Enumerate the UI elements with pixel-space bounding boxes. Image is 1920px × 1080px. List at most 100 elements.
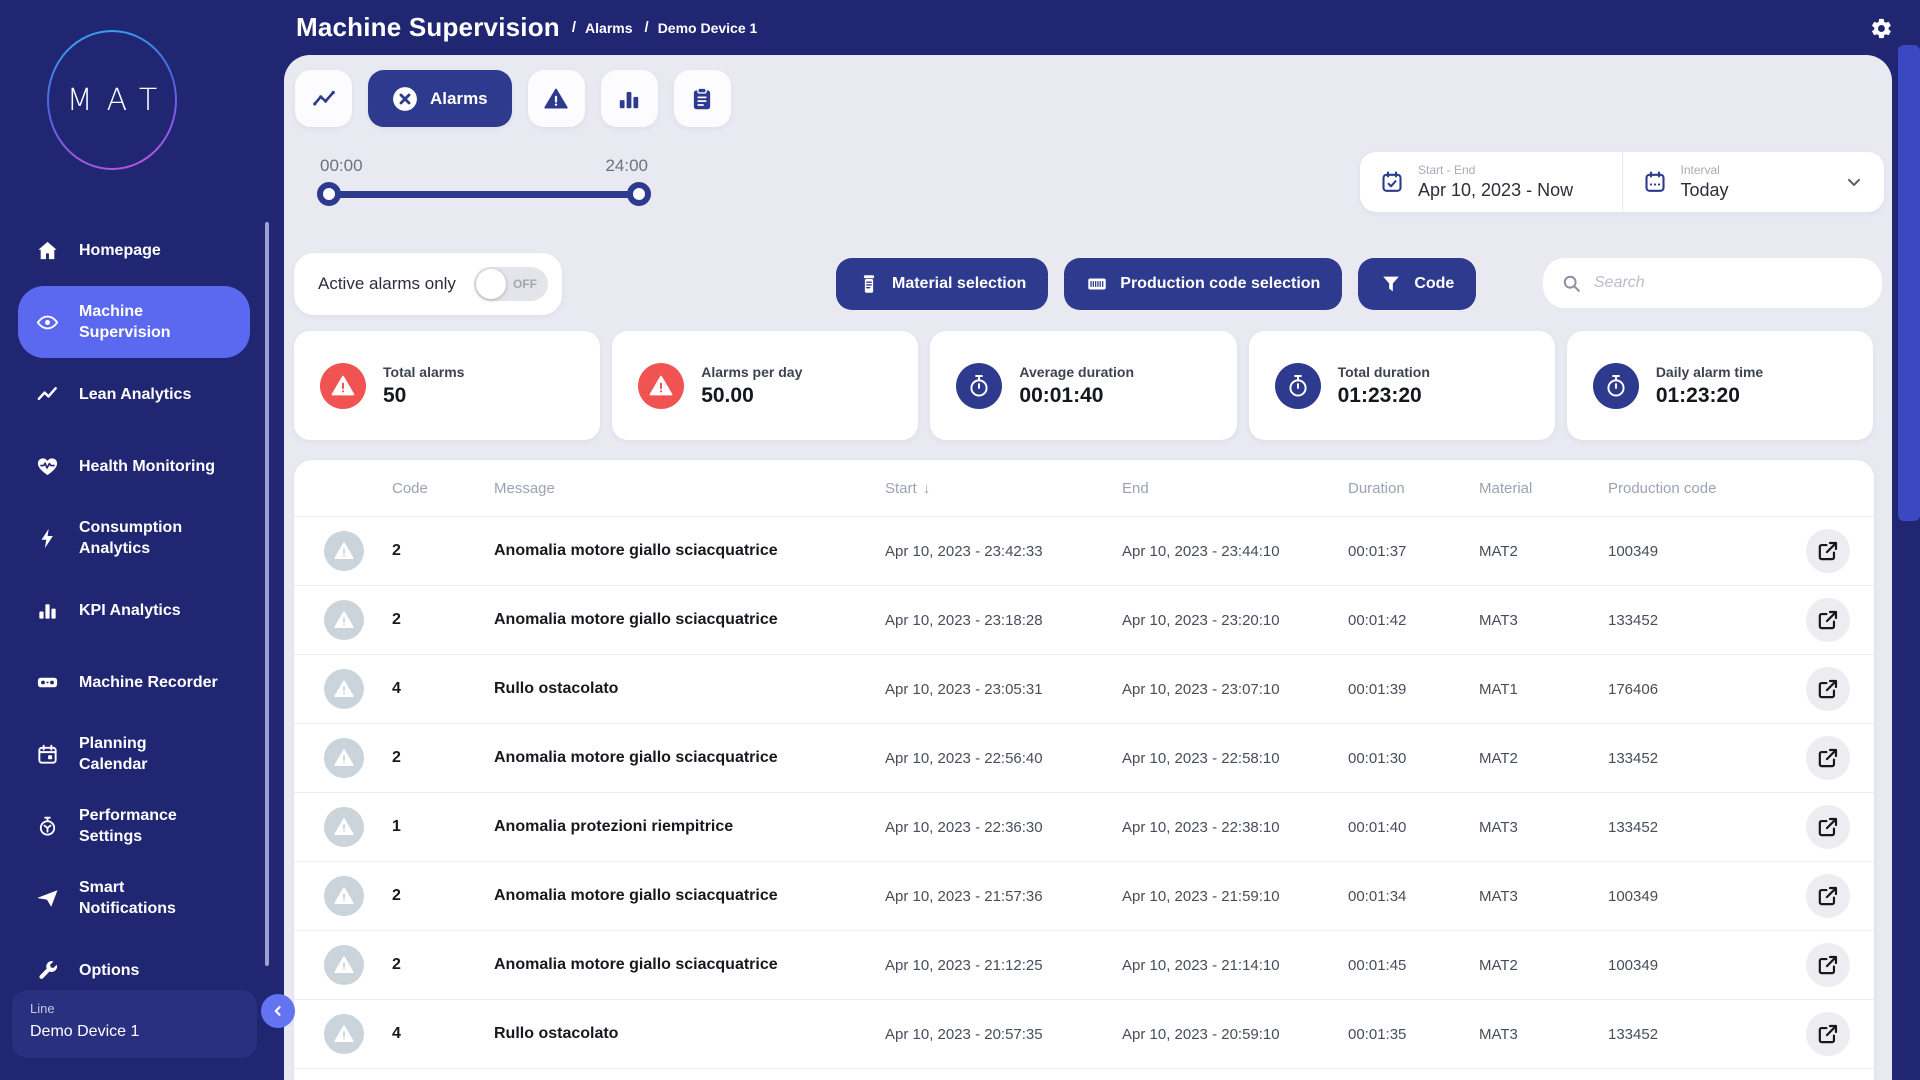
column-header[interactable]: Duration bbox=[1348, 480, 1479, 497]
alarm-row-badge bbox=[324, 945, 364, 985]
breadcrumb-separator: / bbox=[644, 19, 649, 36]
column-header[interactable]: Start ↓ bbox=[885, 480, 1122, 497]
open-alarm-detail-button[interactable] bbox=[1806, 529, 1850, 573]
nav-item-machine-recorder[interactable]: Machine Recorder bbox=[0, 646, 284, 718]
chevron-left-icon bbox=[269, 1002, 287, 1020]
wrench-icon bbox=[36, 959, 59, 982]
home-icon bbox=[36, 239, 59, 262]
sidebar-scrollbar[interactable] bbox=[265, 222, 269, 966]
cell-end: Apr 10, 2023 - 22:38:10 bbox=[1122, 818, 1280, 836]
tab-line-chart-icon[interactable] bbox=[295, 70, 352, 127]
line-chart-icon bbox=[311, 86, 337, 112]
table-row: 1 Anomalia protezioni riempitrice Apr 10… bbox=[294, 793, 1874, 862]
alarm-row-badge bbox=[324, 531, 364, 571]
start-end-value: Apr 10, 2023 - Now bbox=[1418, 180, 1574, 200]
search-box bbox=[1543, 258, 1882, 308]
tab-alarms[interactable]: Alarms bbox=[368, 70, 512, 127]
tab-clipboard-icon[interactable] bbox=[673, 70, 731, 127]
bar-chart-icon bbox=[36, 599, 59, 622]
fbtn-code[interactable]: Code bbox=[1358, 258, 1477, 310]
alarm-row-badge bbox=[324, 876, 364, 916]
tab-warning-triangle-icon[interactable] bbox=[527, 70, 585, 127]
bolt-icon bbox=[36, 527, 59, 550]
open-alarm-detail-button[interactable] bbox=[1806, 736, 1850, 780]
warning-icon bbox=[333, 954, 355, 976]
nav-item-smart-notifications[interactable]: Smart Notifications bbox=[0, 862, 284, 934]
cell-code: 2 bbox=[392, 542, 401, 559]
nav-item-health-monitoring[interactable]: Health Monitoring bbox=[0, 430, 284, 502]
cell-code: 2 bbox=[392, 749, 401, 766]
warning-icon bbox=[333, 678, 355, 700]
nav-item-performance-settings[interactable]: Performance Settings bbox=[0, 790, 284, 862]
breadcrumb-device[interactable]: Demo Device 1 bbox=[658, 20, 758, 36]
column-header[interactable]: Material bbox=[1479, 480, 1608, 497]
slider-handle-end[interactable] bbox=[627, 182, 651, 206]
active-alarms-toggle[interactable]: OFF bbox=[473, 267, 548, 301]
cell-end: Apr 10, 2023 - 23:44:10 bbox=[1122, 542, 1280, 560]
stopwatch-stat-icon bbox=[1285, 373, 1311, 399]
stat-card-average-duration: Average duration 00:01:40 bbox=[930, 331, 1237, 440]
start-end-label: Start - End bbox=[1418, 163, 1476, 177]
column-header[interactable]: Code bbox=[392, 480, 494, 497]
external-link-icon bbox=[1817, 678, 1839, 700]
nav-item-lean-analytics[interactable]: Lean Analytics bbox=[0, 358, 284, 430]
nav-item-consumption-analytics[interactable]: Consumption Analytics bbox=[0, 502, 284, 574]
external-link-icon bbox=[1817, 609, 1839, 631]
open-alarm-detail-button[interactable] bbox=[1806, 598, 1850, 642]
start-end-picker[interactable]: Start - End Apr 10, 2023 - Now bbox=[1360, 152, 1622, 212]
nav-item-planning-calendar[interactable]: Planning Calendar bbox=[0, 718, 284, 790]
cell-duration: 00:01:45 bbox=[1348, 956, 1407, 974]
slider-handle-start[interactable] bbox=[317, 182, 341, 206]
open-alarm-detail-button[interactable] bbox=[1806, 943, 1850, 987]
column-header[interactable]: Message bbox=[494, 480, 885, 497]
column-header[interactable]: End bbox=[1122, 480, 1348, 497]
cell-material: MAT3 bbox=[1479, 818, 1518, 836]
open-alarm-detail-button[interactable] bbox=[1806, 1012, 1850, 1056]
open-alarm-detail-button[interactable] bbox=[1806, 874, 1850, 918]
tab-bar-chart-icon[interactable] bbox=[600, 70, 658, 127]
open-alarm-detail-button[interactable] bbox=[1806, 667, 1850, 711]
slider-track[interactable] bbox=[317, 182, 651, 206]
cell-message: Anomalia motore giallo sciacquatrice bbox=[494, 956, 778, 973]
column-header[interactable]: Production code bbox=[1608, 480, 1778, 497]
fbtn-material-selection[interactable]: Material selection bbox=[836, 258, 1049, 310]
nav-item-kpi-analytics[interactable]: KPI Analytics bbox=[0, 574, 284, 646]
eye-icon bbox=[36, 311, 59, 334]
breadcrumb-alarms[interactable]: Alarms bbox=[585, 20, 632, 36]
cell-code: 2 bbox=[392, 887, 401, 904]
logo-text: MAT bbox=[66, 82, 172, 118]
nav-item-homepage[interactable]: Homepage bbox=[0, 214, 284, 286]
cell-start: Apr 10, 2023 - 22:36:30 bbox=[885, 818, 1043, 836]
settings-button[interactable] bbox=[1870, 16, 1894, 40]
external-link-icon bbox=[1817, 885, 1839, 907]
stopwatch-stat-icon bbox=[1603, 373, 1629, 399]
interval-picker[interactable]: Interval Today bbox=[1621, 152, 1885, 212]
stat-card-alarms-per-day: Alarms per day 50.00 bbox=[612, 331, 919, 440]
cell-duration: 00:01:34 bbox=[1348, 887, 1407, 905]
calendar-icon bbox=[36, 743, 59, 766]
fbtn-production-code-selection[interactable]: Production code selection bbox=[1064, 258, 1343, 310]
cell-end: Apr 10, 2023 - 23:20:10 bbox=[1122, 611, 1280, 629]
stat-card-total-duration: Total duration 01:23:20 bbox=[1248, 331, 1555, 440]
mat-logo: MAT bbox=[47, 30, 177, 170]
external-link-icon bbox=[1817, 747, 1839, 769]
cell-production-code: 100349 bbox=[1608, 956, 1659, 974]
recorder-icon bbox=[36, 671, 59, 694]
cell-message: Rullo ostacolato bbox=[494, 1025, 619, 1042]
interval-label: Interval bbox=[1680, 163, 1720, 177]
external-link-icon bbox=[1817, 954, 1839, 976]
page-title: Machine Supervision bbox=[296, 12, 560, 42]
cell-start: Apr 10, 2023 - 20:57:35 bbox=[885, 1025, 1043, 1043]
cell-end: Apr 10, 2023 - 21:14:10 bbox=[1122, 956, 1280, 974]
table-row: 4 Rullo ostacolato Apr 10, 2023 - 20:57:… bbox=[294, 1000, 1874, 1069]
page-scrollbar-thumb[interactable] bbox=[1898, 45, 1920, 521]
cell-start: Apr 10, 2023 - 23:05:31 bbox=[885, 680, 1043, 698]
cell-message: Anomalia motore giallo sciacquatrice bbox=[494, 542, 778, 559]
line-device-selector[interactable]: Line Demo Device 1 bbox=[12, 990, 257, 1058]
nav-item-machine-supervision[interactable]: Machine Supervision bbox=[18, 286, 250, 358]
slider-start-label: 00:00 bbox=[320, 156, 363, 175]
search-input[interactable] bbox=[1594, 274, 1864, 292]
open-alarm-detail-button[interactable] bbox=[1806, 805, 1850, 849]
cell-code: 1 bbox=[392, 818, 401, 835]
sidebar-collapse-button[interactable] bbox=[261, 994, 295, 1028]
